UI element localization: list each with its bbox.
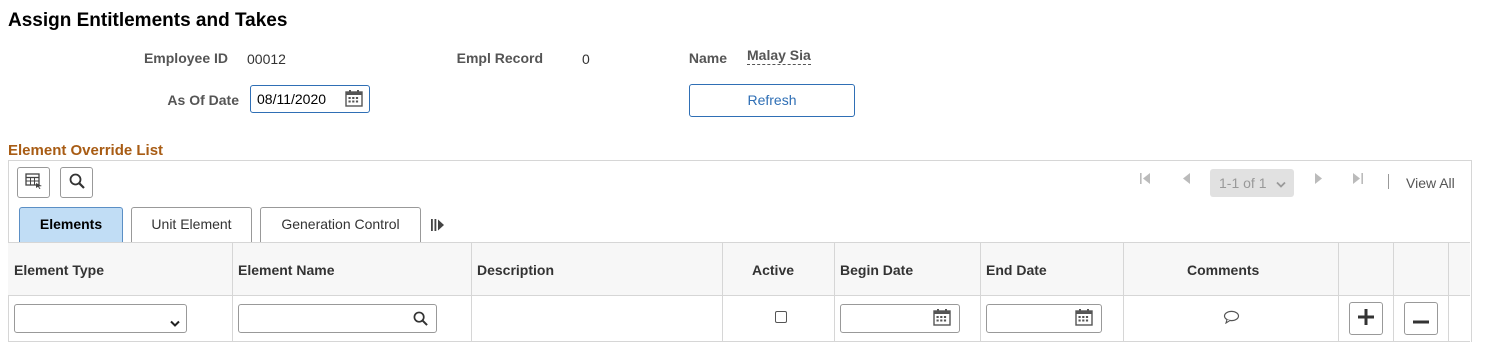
column-header-element-type[interactable]: Element Type [14, 262, 104, 278]
tab-unit-element[interactable]: Unit Element [131, 207, 252, 242]
chevron-down-icon [170, 315, 180, 331]
end-date-input[interactable] [986, 304, 1102, 333]
personalize-grid-button[interactable] [17, 167, 50, 198]
page-title: Assign Entitlements and Takes [8, 10, 288, 31]
column-divider [834, 242, 835, 342]
column-divider [722, 242, 723, 342]
next-page-icon[interactable] [1314, 172, 1324, 188]
column-header-comments[interactable]: Comments [1187, 262, 1259, 278]
employee-name-link[interactable]: Malay Sia [747, 47, 811, 65]
show-all-columns-icon[interactable] [430, 218, 446, 235]
add-row-button[interactable] [1349, 302, 1383, 335]
column-header-end-date[interactable]: End Date [986, 262, 1047, 278]
pager-divider [1388, 174, 1389, 189]
view-all-link[interactable]: View All [1406, 175, 1455, 191]
last-page-icon[interactable] [1352, 172, 1364, 188]
column-header-element-name[interactable]: Element Name [238, 262, 334, 278]
calendar-icon[interactable] [1075, 309, 1093, 329]
employee-id-value: 00012 [247, 51, 286, 67]
column-divider [471, 242, 472, 342]
employee-id-label: Employee ID [143, 50, 228, 66]
column-header-description[interactable]: Description [477, 262, 554, 278]
column-header-active[interactable]: Active [752, 262, 794, 278]
element-name-input[interactable] [238, 304, 437, 333]
element-type-select[interactable] [14, 304, 187, 333]
calendar-icon[interactable] [345, 90, 363, 110]
search-icon [69, 173, 85, 192]
grid-title: Element Override List [8, 142, 164, 159]
find-button[interactable] [60, 167, 93, 198]
tab-elements[interactable]: Elements [19, 207, 123, 242]
chevron-down-icon [1276, 170, 1286, 198]
refresh-button[interactable]: Refresh [689, 84, 855, 117]
column-divider [232, 242, 233, 342]
column-header-begin-date[interactable]: Begin Date [840, 262, 913, 278]
personalize-grid-icon [24, 173, 43, 192]
column-divider [1448, 242, 1449, 342]
empl-record-value: 0 [582, 51, 590, 67]
delete-row-icon [1413, 311, 1429, 327]
column-divider [980, 242, 981, 342]
table-row [8, 296, 1470, 342]
calendar-icon[interactable] [933, 309, 951, 329]
pager-text: 1-1 of 1 [1219, 175, 1267, 191]
first-page-icon[interactable] [1139, 172, 1151, 188]
page-select[interactable]: 1-1 of 1 [1210, 169, 1294, 197]
empl-record-label: Empl Record [456, 50, 543, 66]
column-divider [1123, 242, 1124, 342]
search-icon[interactable] [413, 311, 428, 329]
delete-row-button[interactable] [1404, 302, 1438, 335]
column-divider [1393, 242, 1394, 342]
active-checkbox[interactable] [775, 311, 787, 323]
tab-generation-control[interactable]: Generation Control [260, 207, 421, 242]
add-row-icon [1358, 309, 1374, 328]
comment-icon[interactable] [1223, 310, 1240, 327]
previous-page-icon[interactable] [1181, 172, 1191, 188]
column-divider [1338, 242, 1339, 342]
as-of-date-label: As Of Date [167, 92, 239, 108]
name-label: Name [688, 50, 727, 66]
begin-date-input[interactable] [840, 304, 960, 333]
